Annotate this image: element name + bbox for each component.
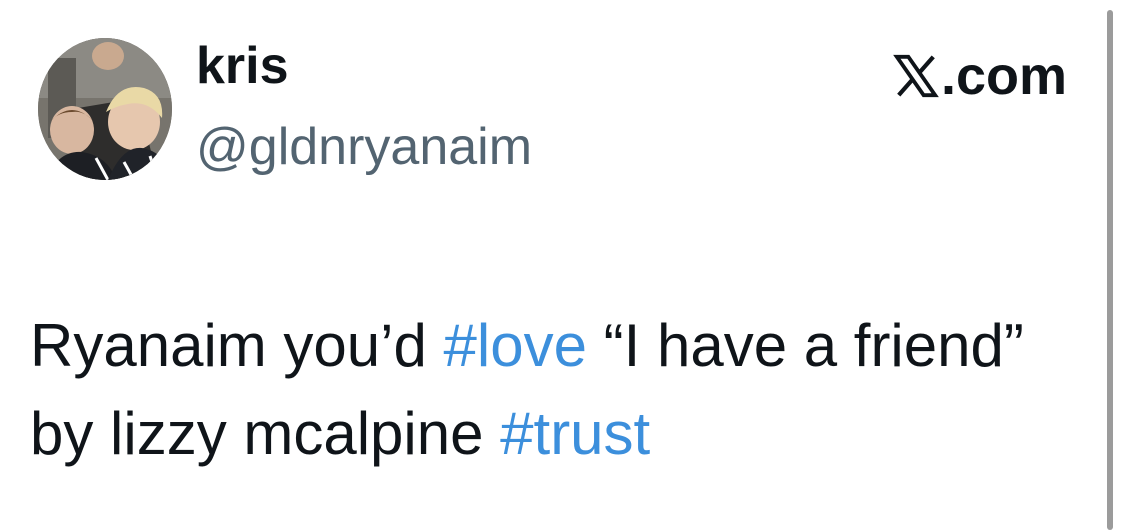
vertical-scrollbar[interactable] — [1107, 10, 1113, 530]
hashtag-link[interactable]: #trust — [500, 400, 650, 467]
source-branding: .com — [893, 46, 1067, 106]
tweet-text: Ryanaim you’d #love “I have a friend” by… — [30, 302, 1070, 478]
tweet-text-segment: Ryanaim you’d — [30, 312, 444, 379]
source-domain: .com — [940, 46, 1067, 106]
author-display-name[interactable]: kris — [196, 36, 289, 96]
author-handle[interactable]: @gldnryanaim — [196, 117, 532, 177]
hashtag-link[interactable]: #love — [444, 312, 587, 379]
avatar[interactable] — [38, 38, 172, 180]
avatar-photo — [38, 38, 172, 180]
x-logo-icon — [893, 53, 939, 99]
